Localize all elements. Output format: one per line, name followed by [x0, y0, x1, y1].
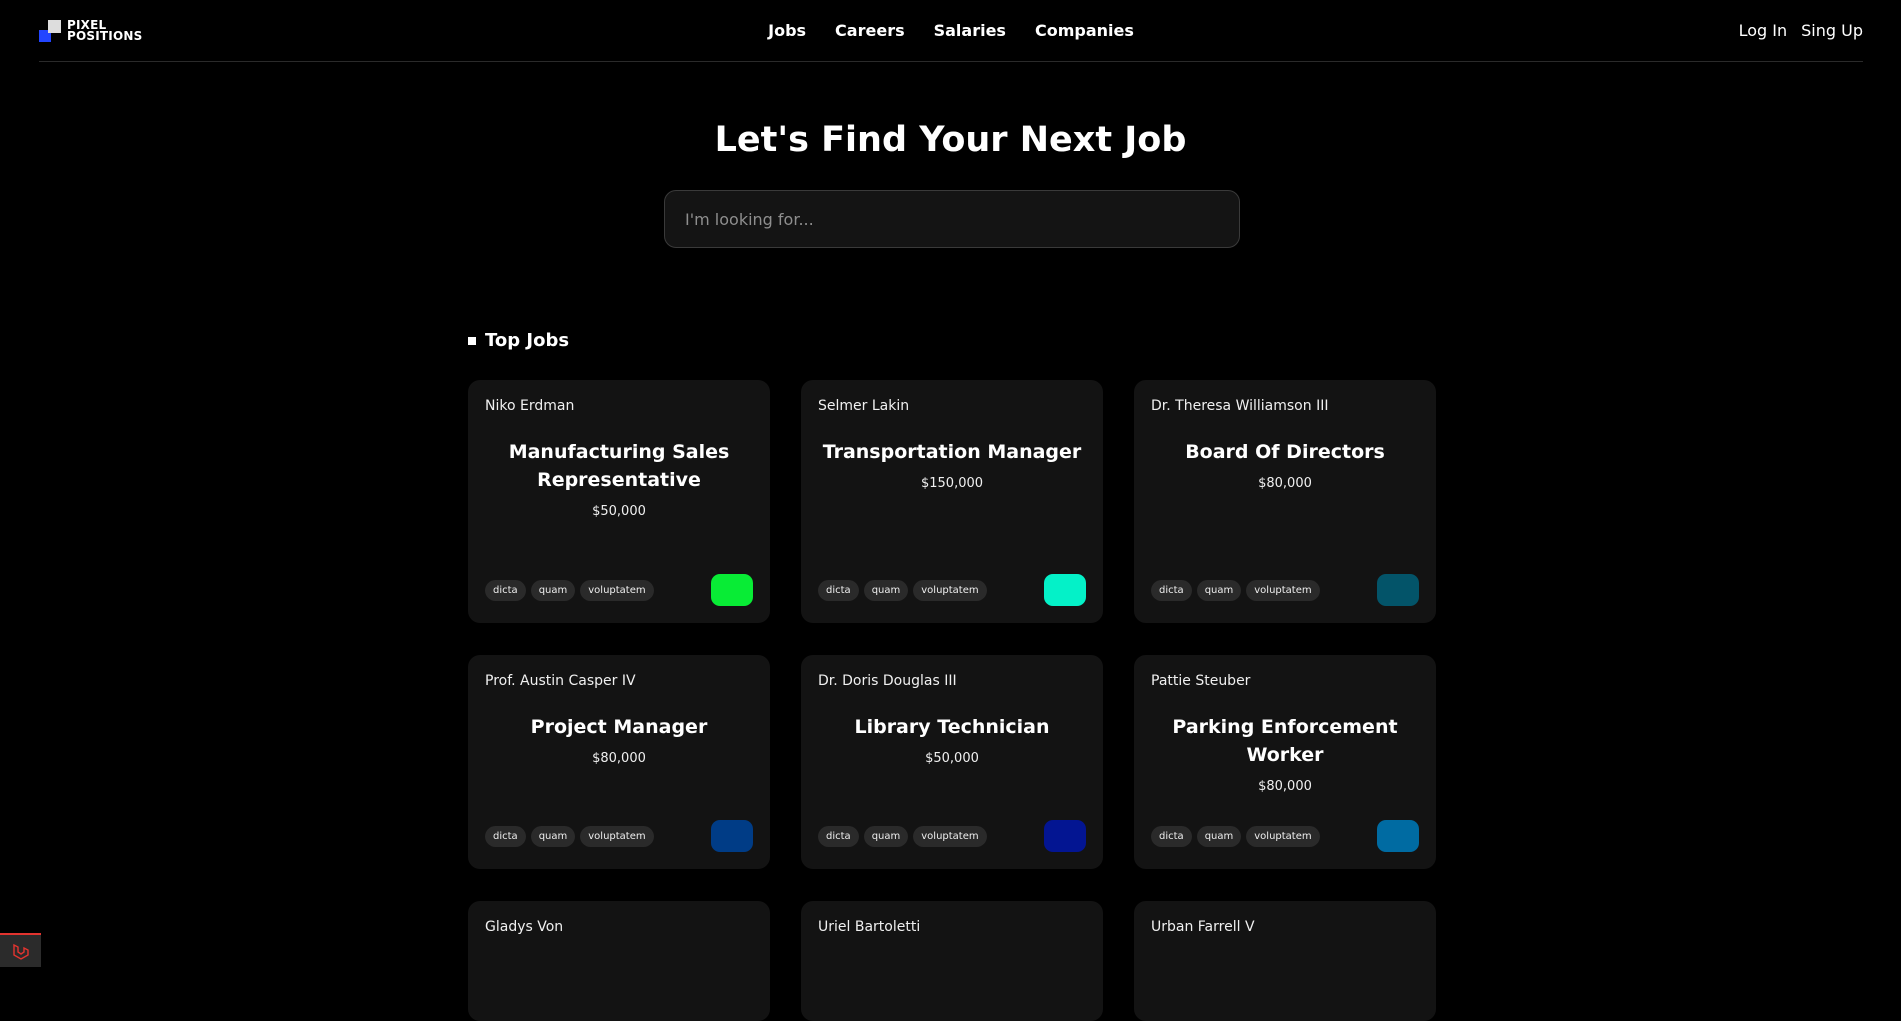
card-footer: dicta quam voluptatem — [818, 574, 1086, 606]
tag-list: dicta quam voluptatem — [485, 825, 654, 847]
job-title[interactable]: Library Technician — [818, 713, 1086, 741]
tag[interactable]: quam — [1196, 579, 1242, 601]
nav-link-jobs[interactable]: Jobs — [768, 21, 806, 40]
tag[interactable]: voluptatem — [913, 825, 987, 847]
nav-link-salaries[interactable]: Salaries — [934, 21, 1006, 40]
section-heading: Top Jobs — [468, 330, 569, 351]
job-card[interactable]: Prof. Austin Casper IV Project Manager $… — [468, 655, 770, 869]
job-card[interactable]: Urban Farrell V — [1134, 901, 1436, 1021]
tag-list: dicta quam voluptatem — [1151, 825, 1320, 847]
job-card[interactable]: Uriel Bartoletti — [801, 901, 1103, 1021]
job-salary: $150,000 — [920, 476, 984, 491]
job-title[interactable]: Parking Enforcement Worker — [1151, 713, 1419, 769]
job-title[interactable]: Board Of Directors — [1151, 438, 1419, 466]
job-card[interactable]: Dr. Theresa Williamson III Board Of Dire… — [1134, 380, 1436, 623]
nav-link-companies[interactable]: Companies — [1035, 21, 1134, 40]
job-salary: $50,000 — [925, 751, 979, 766]
tag-list: dicta quam voluptatem — [1151, 579, 1320, 601]
tag[interactable]: quam — [863, 579, 909, 601]
employer-name: Prof. Austin Casper IV — [485, 673, 636, 689]
card-footer: dicta quam voluptatem — [485, 574, 753, 606]
tag[interactable]: voluptatem — [1246, 579, 1320, 601]
logo[interactable]: PIXEL POSITIONS — [39, 17, 143, 43]
tag-list: dicta quam voluptatem — [485, 579, 654, 601]
tag[interactable]: voluptatem — [1246, 825, 1320, 847]
employer-name: Dr. Theresa Williamson III — [1151, 398, 1329, 414]
job-grid: Niko Erdman Manufacturing Sales Represen… — [468, 380, 1438, 1021]
tag-list: dicta quam voluptatem — [818, 579, 987, 601]
job-card[interactable]: Selmer Lakin Transportation Manager $150… — [801, 380, 1103, 623]
employer-name: Urban Farrell V — [1151, 919, 1255, 935]
page-title: Let's Find Your Next Job — [714, 120, 1187, 160]
logo-text: PIXEL POSITIONS — [67, 17, 143, 43]
employer-logo — [1377, 820, 1419, 852]
job-card[interactable]: Dr. Doris Douglas III Library Technician… — [801, 655, 1103, 869]
employer-logo — [1044, 820, 1086, 852]
card-footer: dicta quam voluptatem — [818, 820, 1086, 852]
card-footer: dicta quam voluptatem — [485, 820, 753, 852]
employer-name: Niko Erdman — [485, 398, 575, 414]
tag[interactable]: voluptatem — [580, 825, 654, 847]
tag[interactable]: dicta — [1151, 579, 1192, 601]
auth-links: Log In Sing Up — [1739, 21, 1863, 40]
job-card[interactable]: Gladys Von — [468, 901, 770, 1021]
tag[interactable]: quam — [530, 825, 576, 847]
employer-name: Dr. Doris Douglas III — [818, 673, 957, 689]
card-footer: dicta quam voluptatem — [1151, 820, 1419, 852]
tag[interactable]: voluptatem — [913, 579, 987, 601]
login-link[interactable]: Log In — [1739, 21, 1788, 40]
employer-logo — [1377, 574, 1419, 606]
employer-logo — [711, 574, 753, 606]
tag[interactable]: dicta — [485, 825, 526, 847]
employer-logo — [1044, 574, 1086, 606]
section-title-text: Top Jobs — [485, 330, 570, 351]
logo-icon — [39, 19, 61, 42]
job-salary: $80,000 — [592, 751, 646, 766]
tag[interactable]: quam — [863, 825, 909, 847]
tag-list: dicta quam voluptatem — [818, 825, 987, 847]
job-salary: $50,000 — [592, 504, 646, 519]
job-salary: $80,000 — [1258, 779, 1312, 794]
debugbar-toggle[interactable] — [0, 933, 41, 967]
tag[interactable]: quam — [1196, 825, 1242, 847]
job-salary: $80,000 — [1258, 476, 1312, 491]
employer-name: Gladys Von — [485, 919, 564, 935]
search-input[interactable] — [664, 190, 1240, 248]
job-title[interactable]: Transportation Manager — [818, 438, 1086, 466]
top-navbar: PIXEL POSITIONS Jobs Careers Salaries Co… — [39, 0, 1863, 62]
nav-link-careers[interactable]: Careers — [835, 21, 905, 40]
tag[interactable]: quam — [530, 579, 576, 601]
job-card[interactable]: Niko Erdman Manufacturing Sales Represen… — [468, 380, 770, 623]
bullet-icon — [468, 336, 476, 345]
main-nav: Jobs Careers Salaries Companies — [768, 21, 1134, 40]
job-card[interactable]: Pattie Steuber Parking Enforcement Worke… — [1134, 655, 1436, 869]
employer-logo — [711, 820, 753, 852]
job-title[interactable]: Manufacturing Sales Representative — [485, 438, 753, 494]
tag[interactable]: dicta — [818, 579, 859, 601]
job-title[interactable]: Project Manager — [485, 713, 753, 741]
employer-name: Selmer Lakin — [818, 398, 910, 414]
signup-link[interactable]: Sing Up — [1801, 21, 1863, 40]
tag[interactable]: dicta — [1151, 825, 1192, 847]
laravel-icon — [12, 943, 29, 960]
employer-name: Pattie Steuber — [1151, 673, 1251, 689]
tag[interactable]: voluptatem — [580, 579, 654, 601]
tag[interactable]: dicta — [485, 579, 526, 601]
card-footer: dicta quam voluptatem — [1151, 574, 1419, 606]
employer-name: Uriel Bartoletti — [818, 919, 921, 935]
tag[interactable]: dicta — [818, 825, 859, 847]
